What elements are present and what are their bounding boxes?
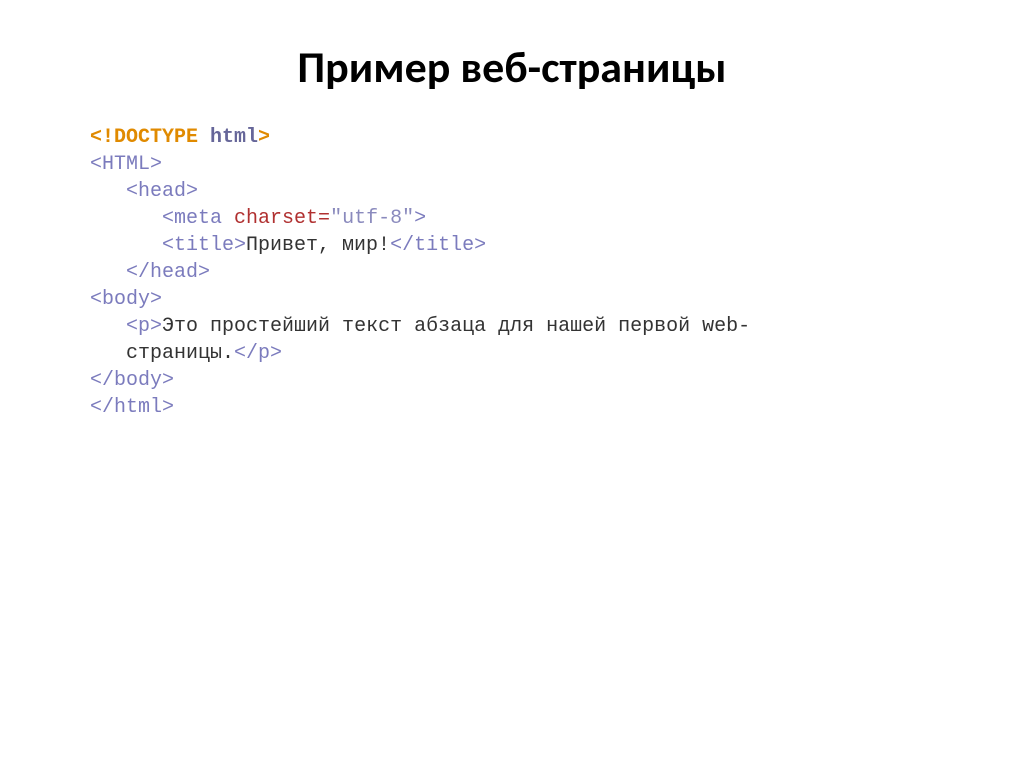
meta-open: <meta — [162, 207, 222, 230]
p-close-tag: </p> — [234, 342, 282, 365]
meta-close: > — [414, 207, 426, 230]
doctype-close: > — [258, 126, 270, 149]
p-open-tag: <p> — [126, 315, 162, 338]
doctype-html: html — [198, 126, 258, 149]
meta-space — [222, 207, 234, 230]
slide-title: Пример веб-страницы — [90, 40, 934, 94]
title-text: Привет, мир! — [246, 234, 390, 257]
paragraph-text-line2: страницы. — [126, 342, 234, 365]
head-close-tag: </head> — [126, 261, 210, 284]
paragraph-text-line1: Это простейший текст абзаца для нашей пе… — [162, 315, 750, 338]
code-example: <!DOCTYPE html> <HTML> <head> <meta char… — [90, 124, 934, 421]
meta-attr-value: "utf-8" — [330, 207, 414, 230]
meta-attr-name: charset= — [234, 207, 330, 230]
body-open-tag: <body> — [90, 288, 162, 311]
slide-container: Пример веб-страницы <!DOCTYPE html> <HTM… — [0, 0, 1024, 461]
doctype-declaration: <!DOCTYPE — [90, 126, 198, 149]
html-open-tag: <HTML> — [90, 153, 162, 176]
title-open-tag: <title> — [162, 234, 246, 257]
title-close-tag: </title> — [390, 234, 486, 257]
body-close-tag: </body> — [90, 369, 174, 392]
head-open-tag: <head> — [126, 180, 198, 203]
html-close-tag: </html> — [90, 396, 174, 419]
